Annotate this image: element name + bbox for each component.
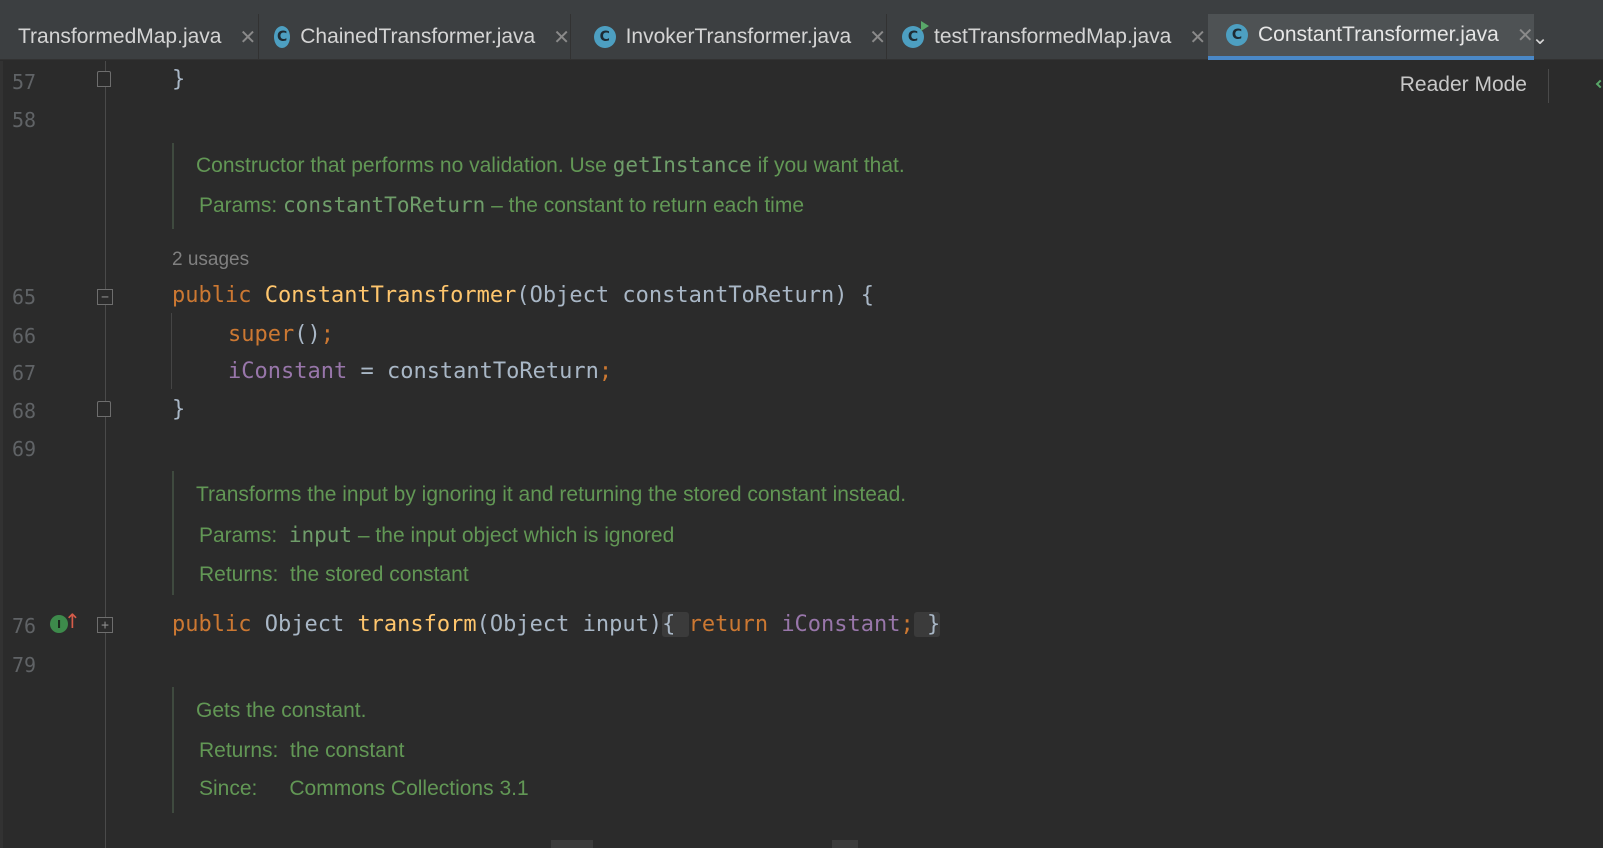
code-line[interactable]: public ConstantTransformer(Object consta… xyxy=(172,283,874,308)
check-icon xyxy=(1595,79,1603,89)
line-number: 57 xyxy=(12,70,37,94)
code-line[interactable]: } xyxy=(172,67,185,92)
tab-label: ConstantTransformer.java xyxy=(1258,23,1499,46)
line-number: 79 xyxy=(12,653,37,677)
javadoc-returns: Returns: the constant xyxy=(199,739,405,762)
fold-expand-icon[interactable]: + xyxy=(97,617,113,633)
tab-testtransformedmap[interactable]: C testTransformedMap.java ✕ xyxy=(886,14,1208,60)
tab-label: ChainedTransformer.java xyxy=(300,25,536,48)
line-number: 65 xyxy=(12,285,37,309)
indent-guide xyxy=(171,313,172,389)
runnable-class-icon: C xyxy=(902,21,929,48)
javadoc-description: Transforms the input by ignoring it and … xyxy=(196,483,907,506)
class-icon: C xyxy=(1226,24,1248,46)
line-number: 58 xyxy=(12,108,37,132)
close-icon[interactable]: ✕ xyxy=(1189,25,1206,49)
line-number: 76 xyxy=(12,614,37,638)
arrow-up-icon[interactable]: ↑ xyxy=(64,609,81,633)
javadoc-description: Constructor that performs no validation.… xyxy=(196,153,905,177)
class-icon: C xyxy=(594,26,616,48)
tab-label: TransformedMap.java xyxy=(18,25,222,48)
javadoc-since: Since: Commons Collections 3.1 xyxy=(199,777,529,800)
tab-transformedmap[interactable]: TransformedMap.java ✕ xyxy=(0,14,258,60)
javadoc-block: Gets the constant. Returns: the constant… xyxy=(172,687,529,813)
close-icon[interactable]: ✕ xyxy=(239,25,256,49)
javadoc-returns: Returns: the stored constant xyxy=(199,563,469,586)
folded-region[interactable]: } xyxy=(913,612,941,637)
close-icon[interactable]: ✕ xyxy=(869,25,886,49)
javadoc-params: Params: constantToReturn – the constant … xyxy=(199,193,805,217)
code-line[interactable]: } xyxy=(172,397,185,422)
gutter-divider xyxy=(105,61,106,848)
class-icon: C xyxy=(274,26,291,48)
code-editor[interactable]: Reader Mode 57 58 65 66 67 68 69 76 79 −… xyxy=(0,61,1603,848)
fold-end-icon[interactable] xyxy=(97,401,111,417)
tab-label: testTransformedMap.java xyxy=(934,25,1172,48)
tab-constanttransformer[interactable]: C ConstantTransformer.java ✕ xyxy=(1208,14,1534,60)
highlight-marker xyxy=(551,840,593,848)
code-line[interactable]: super(); xyxy=(228,322,334,347)
chevron-down-icon[interactable]: ⌄ xyxy=(1525,22,1555,52)
reader-mode-button[interactable]: Reader Mode xyxy=(1400,73,1527,97)
tab-chainedtransformer[interactable]: C ChainedTransformer.java ✕ xyxy=(258,14,570,60)
fold-collapse-icon[interactable]: − xyxy=(97,289,113,305)
code-line[interactable]: iConstant = constantToReturn; xyxy=(228,359,612,384)
line-number: 66 xyxy=(12,324,37,348)
javadoc-description: Gets the constant. xyxy=(196,699,367,722)
line-number: 68 xyxy=(12,399,37,423)
line-number: 67 xyxy=(12,361,37,385)
usages-hint[interactable]: 2 usages xyxy=(172,249,249,271)
javadoc-block: Transforms the input by ignoring it and … xyxy=(172,471,906,595)
divider xyxy=(1548,69,1549,103)
left-edge xyxy=(0,61,3,848)
javadoc-params: Params: input – the input object which i… xyxy=(199,523,675,547)
tab-label: InvokerTransformer.java xyxy=(625,25,852,48)
close-icon[interactable]: ✕ xyxy=(553,25,570,49)
code-line[interactable]: public Object transform(Object input){ r… xyxy=(172,612,941,637)
highlight-marker xyxy=(832,840,858,848)
folded-region[interactable]: { xyxy=(662,612,689,637)
editor-tab-bar: TransformedMap.java ✕ C ChainedTransform… xyxy=(0,0,1603,60)
javadoc-block: Constructor that performs no validation.… xyxy=(172,143,905,229)
tab-invokertransformer[interactable]: C InvokerTransformer.java ✕ xyxy=(570,14,886,60)
line-number: 69 xyxy=(12,437,37,461)
fold-end-icon[interactable] xyxy=(97,71,111,87)
